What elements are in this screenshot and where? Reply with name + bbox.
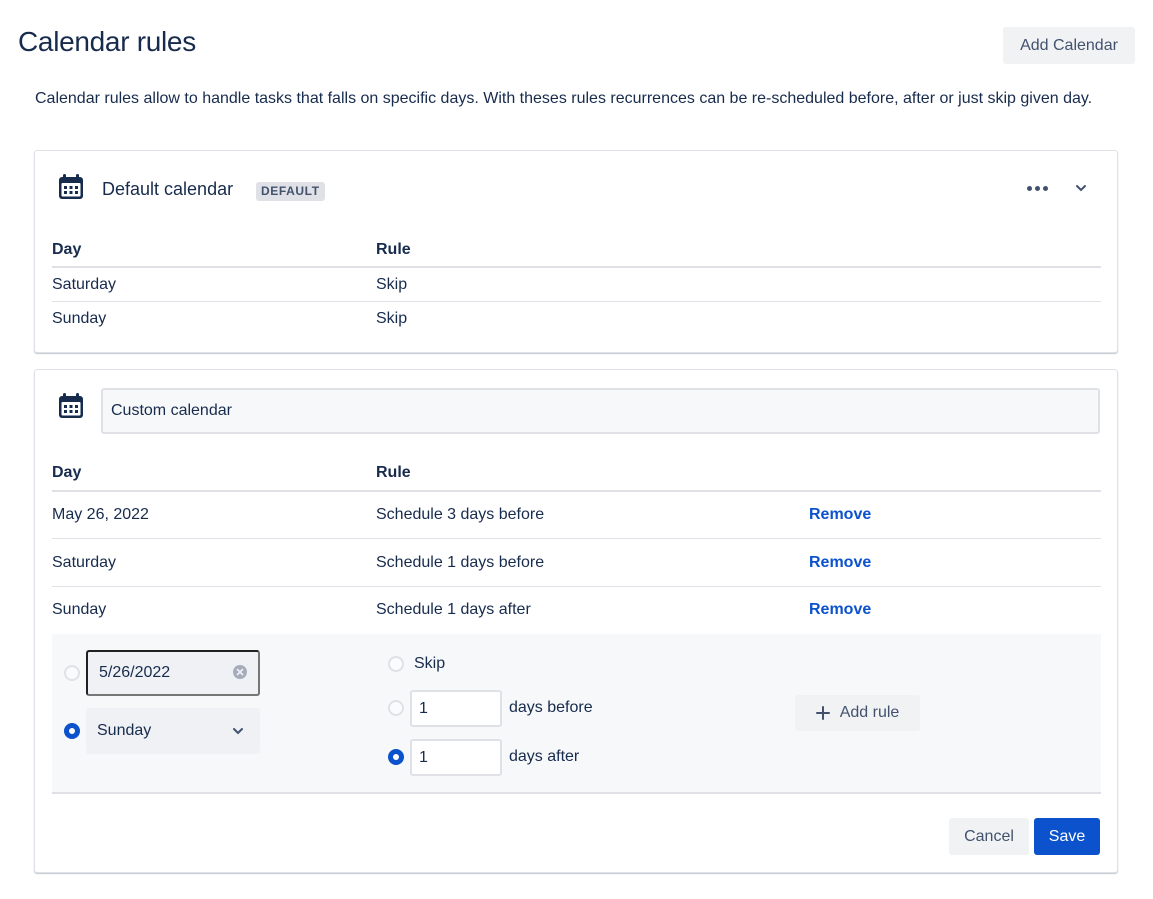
row-day: Sunday	[52, 601, 107, 618]
date-radio[interactable]	[64, 665, 80, 681]
column-header-day: Day	[52, 241, 82, 258]
chevron-down-icon	[233, 728, 243, 735]
weekday-radio[interactable]	[64, 723, 80, 739]
skip-label: Skip	[414, 655, 446, 672]
days-before-input[interactable]	[410, 690, 502, 727]
row-rule: Schedule 1 days before	[376, 554, 545, 571]
add-rule-button[interactable]: Add rule	[795, 695, 920, 731]
cancel-button[interactable]: Cancel	[949, 818, 1029, 855]
days-before-radio[interactable]	[388, 700, 404, 716]
weekday-select[interactable]: Sunday	[86, 708, 260, 754]
days-before-label: days before	[509, 699, 593, 716]
header-divider	[52, 266, 1101, 268]
skip-radio[interactable]	[388, 656, 404, 672]
calendar-icon	[59, 393, 83, 418]
remove-rule-link[interactable]: Remove	[809, 506, 871, 524]
row-divider	[52, 301, 1101, 302]
custom-calendar-card: Day Rule May 26, 2022 Schedule 3 days be…	[34, 369, 1118, 873]
row-rule: Skip	[376, 276, 408, 293]
header-divider	[52, 490, 1101, 492]
days-after-label: days after	[509, 748, 580, 765]
collapse-button[interactable]	[1071, 175, 1091, 201]
chevron-down-icon	[1076, 185, 1086, 192]
clear-circle-icon[interactable]	[233, 665, 247, 679]
more-horizontal-icon	[1026, 185, 1032, 191]
row-rule: Schedule 1 days after	[376, 601, 531, 618]
row-day: May 26, 2022	[52, 506, 149, 523]
weekday-select-value: Sunday	[97, 722, 152, 739]
row-day: Sunday	[52, 310, 107, 327]
add-rule-label: Add rule	[839, 704, 900, 721]
calendar-name-input[interactable]	[101, 388, 1100, 434]
row-divider	[52, 586, 1101, 587]
row-divider	[52, 538, 1101, 539]
rule-editor: Sunday Skip days before days after Add r…	[52, 634, 1101, 794]
add-calendar-button[interactable]: Add Calendar	[1003, 27, 1135, 64]
more-actions-button[interactable]	[1022, 175, 1052, 201]
row-rule: Schedule 3 days before	[376, 506, 545, 523]
row-day: Saturday	[52, 554, 117, 571]
column-header-day: Day	[52, 464, 82, 481]
remove-rule-link[interactable]: Remove	[809, 601, 871, 619]
days-after-radio[interactable]	[388, 749, 404, 765]
row-day: Saturday	[52, 276, 117, 293]
remove-rule-link[interactable]: Remove	[809, 554, 871, 572]
page-description: Calendar rules allow to handle tasks tha…	[35, 90, 1093, 107]
days-after-input[interactable]	[410, 739, 502, 776]
page-title: Calendar rules	[18, 26, 196, 57]
plus-icon	[815, 706, 830, 720]
default-badge: DEFAULT	[256, 182, 325, 201]
column-header-rule: Rule	[376, 241, 411, 258]
save-button[interactable]: Save	[1034, 818, 1100, 855]
calendar-icon	[59, 174, 83, 199]
calendar-name: Default calendar	[102, 179, 234, 199]
row-rule: Skip	[376, 310, 408, 327]
column-header-rule: Rule	[376, 464, 411, 481]
default-calendar-card: Default calendar DEFAULT Day Rule Saturd…	[34, 150, 1118, 353]
